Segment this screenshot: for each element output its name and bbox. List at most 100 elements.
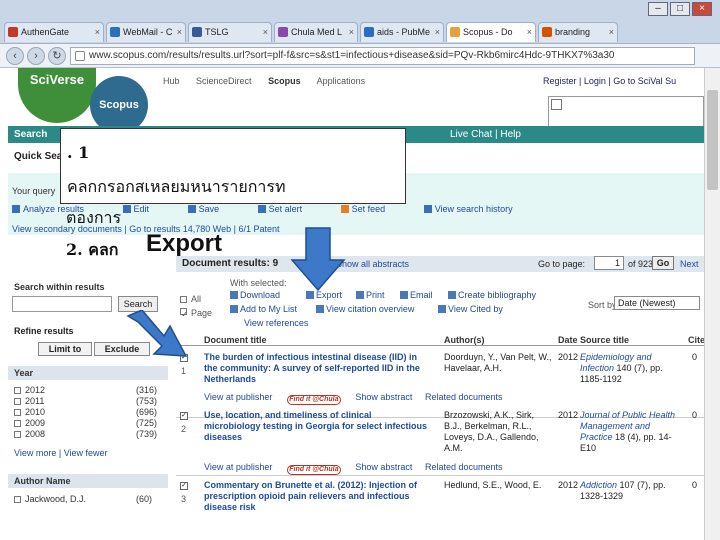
tab-close-icon[interactable]: × bbox=[527, 23, 532, 41]
references-link[interactable]: View references bbox=[244, 318, 308, 328]
add-to-list-link[interactable]: Add to My List bbox=[230, 304, 297, 314]
browser-tab-webmail[interactable]: WebMail - C × bbox=[106, 22, 186, 42]
page-number-input[interactable]: 1 bbox=[594, 256, 624, 270]
col-document-title[interactable]: Document title bbox=[204, 335, 267, 345]
facet-row[interactable]: 2012 (316) bbox=[8, 385, 168, 396]
browser-tab-authengate[interactable]: AuthenGate × bbox=[4, 22, 104, 42]
result-title-link[interactable]: Commentary on Brunette et al. (2012): In… bbox=[204, 480, 430, 513]
tab-close-icon[interactable]: × bbox=[609, 23, 614, 41]
result-authors[interactable]: Hedlund, S.E., Wood, E. bbox=[444, 480, 554, 491]
quick-search-label[interactable]: Quick Sea bbox=[14, 151, 62, 162]
col-cited[interactable]: Cited bbox=[688, 335, 704, 345]
set-alert-link[interactable]: Set alert bbox=[257, 204, 321, 214]
search-tab[interactable]: Search bbox=[14, 126, 47, 143]
set-feed-link[interactable]: Set feed bbox=[340, 204, 404, 214]
show-abstract-link[interactable]: Show abstract bbox=[355, 462, 412, 472]
tab-label: WebMail - C bbox=[123, 27, 173, 37]
year-facet-title[interactable]: Year bbox=[8, 366, 168, 380]
tab-close-icon[interactable]: × bbox=[435, 23, 440, 41]
tab-close-icon[interactable]: × bbox=[349, 23, 354, 41]
find-it-chula-button[interactable]: Find it @Chula bbox=[286, 465, 341, 475]
row-checkbox[interactable]: ✓ bbox=[180, 482, 188, 490]
address-bar[interactable]: www.scopus.com/results/results.url?sort=… bbox=[70, 47, 695, 65]
goto-page-label: Go to page: bbox=[538, 259, 586, 269]
link-label: Set feed bbox=[351, 204, 386, 214]
find-it-chula-button[interactable]: Find it @Chula bbox=[286, 395, 341, 405]
show-all-abstracts-link[interactable]: Show all abstracts bbox=[336, 259, 409, 269]
browser-tab-scopus[interactable]: Scopus - Do × bbox=[446, 22, 536, 42]
download-icon bbox=[230, 291, 238, 299]
browser-tab-strip: AuthenGate × WebMail - C × TSLG × Chula Med… bbox=[0, 0, 720, 44]
related-documents-link[interactable]: Related documents bbox=[425, 462, 503, 472]
facet-count: (739) bbox=[136, 429, 158, 439]
nav-hub[interactable]: Hub bbox=[163, 76, 180, 86]
nav-scopus[interactable]: Scopus bbox=[268, 76, 301, 86]
browser-tab-chulamed[interactable]: Chula Med L × bbox=[274, 22, 358, 42]
checkbox[interactable] bbox=[180, 296, 187, 303]
result-row: ✓ 2 Use, location, and timeliness of cli… bbox=[176, 410, 704, 476]
print-link[interactable]: Print bbox=[356, 290, 385, 300]
reload-button[interactable]: ↻ bbox=[48, 47, 66, 65]
facet-row[interactable]: 2008 (739) bbox=[8, 429, 168, 440]
download-link[interactable]: Download bbox=[230, 290, 280, 300]
account-links[interactable]: Register | Login | Go to SciVal Su bbox=[543, 76, 676, 86]
author-facet-title[interactable]: Author Name bbox=[8, 474, 168, 488]
view-at-publisher-link[interactable]: View at publisher bbox=[204, 392, 272, 402]
tab-close-icon[interactable]: × bbox=[177, 23, 182, 41]
save-link[interactable]: Save bbox=[187, 204, 238, 214]
source-title-link[interactable]: Addiction bbox=[580, 480, 617, 490]
nav-sciencedirect[interactable]: ScienceDirect bbox=[196, 76, 252, 86]
create-bibliography-link[interactable]: Create bibliography bbox=[448, 290, 536, 300]
citation-overview-link[interactable]: View citation overview bbox=[316, 304, 414, 314]
col-authors[interactable]: Author(s) bbox=[444, 335, 485, 345]
result-title-link[interactable]: Use, location, and timeliness of clinica… bbox=[204, 410, 430, 443]
col-date[interactable]: Date bbox=[558, 335, 578, 345]
sort-select[interactable]: Date (Newest) bbox=[614, 296, 700, 310]
close-window-button[interactable]: × bbox=[692, 2, 712, 16]
go-button[interactable]: Go bbox=[652, 256, 674, 270]
view-more-link[interactable]: View more | View fewer bbox=[8, 448, 168, 458]
tab-close-icon[interactable]: × bbox=[263, 23, 268, 41]
checkbox[interactable] bbox=[14, 496, 21, 503]
row-checkbox[interactable]: ✓ bbox=[180, 412, 188, 420]
facet-row[interactable]: 2009 (725) bbox=[8, 418, 168, 429]
facet-row[interactable]: 2010 (696) bbox=[8, 407, 168, 418]
edit-link[interactable]: Edit bbox=[122, 204, 168, 214]
facet-count: (725) bbox=[136, 418, 158, 428]
tab-close-icon[interactable]: × bbox=[95, 23, 100, 41]
checkbox[interactable] bbox=[14, 387, 21, 394]
search-within-input[interactable] bbox=[12, 296, 112, 312]
back-button[interactable]: ‹ bbox=[6, 47, 24, 65]
result-authors[interactable]: Brzozowski, A.K., Sirk, B.J., Berkelman,… bbox=[444, 410, 554, 454]
search-history-link[interactable]: View search history bbox=[423, 204, 531, 214]
result-title-link[interactable]: The burden of infectious intestinal dise… bbox=[204, 352, 430, 385]
next-page-link[interactable]: Next bbox=[680, 259, 699, 269]
result-authors[interactable]: Doorduyn, Y., Van Pelt, W., Havelaar, A.… bbox=[444, 352, 554, 374]
show-abstract-link[interactable]: Show abstract bbox=[355, 392, 412, 402]
select-all[interactable]: All bbox=[180, 294, 201, 304]
browser-tab-tslg[interactable]: TSLG × bbox=[188, 22, 272, 42]
limit-to-button[interactable]: Limit to bbox=[38, 342, 92, 356]
view-at-publisher-link[interactable]: View at publisher bbox=[204, 462, 272, 472]
cited-by-link[interactable]: View Cited by bbox=[438, 304, 503, 314]
sciverse-logo[interactable]: SciVerse bbox=[18, 68, 96, 123]
minimize-button[interactable]: – bbox=[648, 2, 668, 16]
col-source[interactable]: Source title bbox=[580, 335, 629, 345]
checkbox[interactable] bbox=[14, 409, 21, 416]
email-link[interactable]: Email bbox=[400, 290, 433, 300]
maximize-button[interactable]: □ bbox=[670, 2, 690, 16]
page-scrollbar[interactable] bbox=[704, 68, 720, 540]
facet-row[interactable]: Jackwood, D.J. (60) bbox=[8, 494, 168, 505]
checkbox[interactable] bbox=[14, 398, 21, 405]
browser-tab-pubmed[interactable]: aids - PubMe × bbox=[360, 22, 444, 42]
browser-tab-branding[interactable]: branding × bbox=[538, 22, 618, 42]
scrollbar-thumb[interactable] bbox=[707, 90, 718, 190]
checkbox[interactable] bbox=[14, 431, 21, 438]
facet-row[interactable]: 2011 (753) bbox=[8, 396, 168, 407]
results-header: Document results: 9 Show all abstracts G… bbox=[176, 256, 704, 272]
help-links[interactable]: Live Chat | Help bbox=[450, 126, 521, 143]
related-documents-link[interactable]: Related documents bbox=[425, 392, 503, 402]
checkbox[interactable] bbox=[14, 420, 21, 427]
forward-button[interactable]: › bbox=[27, 47, 45, 65]
nav-applications[interactable]: Applications bbox=[317, 76, 366, 86]
